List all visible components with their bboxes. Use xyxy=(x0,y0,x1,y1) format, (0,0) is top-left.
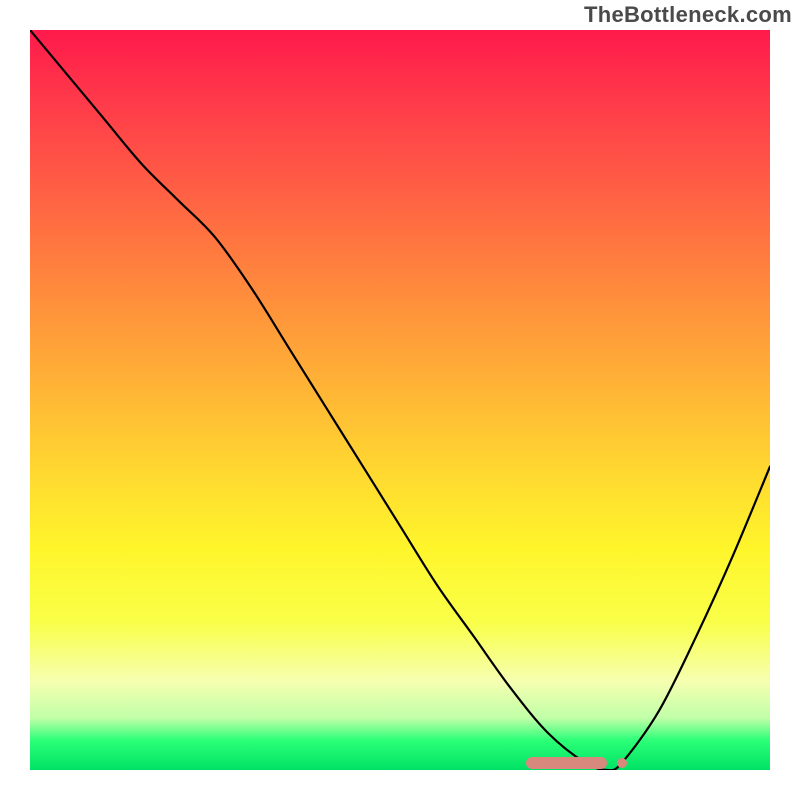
optimal-range-dot xyxy=(617,758,627,768)
plot-area xyxy=(30,30,770,770)
watermark-text: TheBottleneck.com xyxy=(584,2,792,28)
optimal-range-marker xyxy=(526,757,607,769)
bottleneck-curve xyxy=(30,30,770,770)
curve-layer xyxy=(30,30,770,770)
chart-stage: TheBottleneck.com xyxy=(0,0,800,800)
